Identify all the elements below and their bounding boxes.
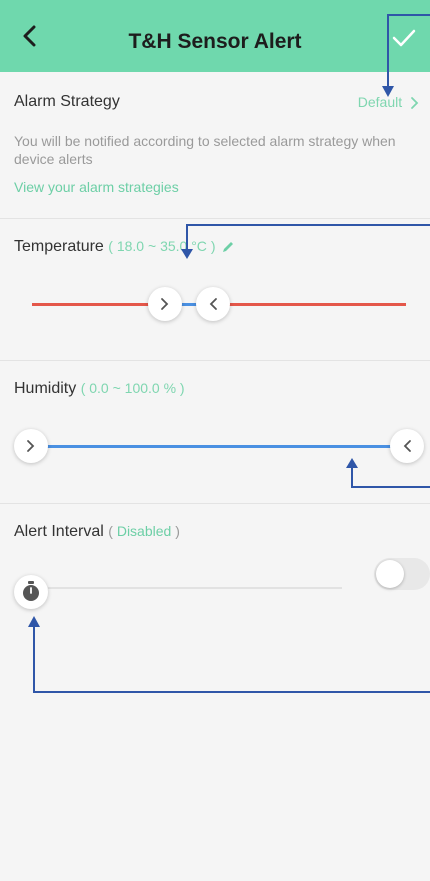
edit-pencil-icon[interactable]	[221, 240, 235, 254]
temperature-max: 35.0	[160, 238, 188, 254]
range-close: )	[175, 523, 180, 539]
humidity-range: ( 0.0 ~ 100.0 % )	[80, 380, 185, 396]
arrow-head	[346, 458, 358, 468]
page-title: T&H Sensor Alert	[128, 30, 302, 53]
humidity-min-handle[interactable]	[14, 429, 48, 463]
temperature-range[interactable]: ( 18.0 ~ 35.0 °C )	[108, 238, 219, 254]
range-close: )	[210, 238, 216, 254]
view-alarm-strategies-link[interactable]: View your alarm strategies	[14, 179, 179, 195]
app-header: T&H Sensor Alert	[0, 0, 430, 72]
temperature-track-low[interactable]	[32, 303, 162, 306]
alarm-strategy-description: You will be notified according to select…	[14, 133, 396, 167]
check-icon	[392, 29, 416, 47]
alert-interval-track[interactable]	[48, 587, 342, 589]
arrow-head	[28, 616, 40, 627]
alarm-strategy-selector[interactable]: Default	[358, 94, 420, 110]
temperature-row: Temperature ( 18.0 ~ 35.0 °C )	[14, 238, 235, 256]
alert-interval-toggle[interactable]	[374, 558, 430, 590]
range-open: (	[108, 523, 113, 539]
alert-interval-status-group: ( Disabled )	[108, 523, 180, 539]
stopwatch-icon	[23, 581, 39, 601]
temperature-max-handle[interactable]	[196, 287, 230, 321]
alarm-strategy-label: Alarm Strategy	[14, 93, 120, 110]
range-separator: ~	[147, 238, 157, 254]
range-open: (	[108, 238, 113, 254]
chevron-left-icon	[403, 440, 411, 452]
chevron-right-icon	[411, 97, 419, 110]
chevron-left-icon	[209, 298, 217, 310]
chevron-right-icon	[27, 440, 35, 452]
alert-interval-status: Disabled	[116, 523, 172, 539]
toggle-thumb	[376, 560, 404, 588]
humidity-max-handle[interactable]	[390, 429, 424, 463]
divider	[0, 503, 430, 504]
humidity-track[interactable]	[32, 445, 392, 448]
alert-interval-label: Alert Interval	[14, 523, 104, 540]
alarm-strategy-value: Default	[357, 94, 403, 110]
alert-interval-handle[interactable]	[14, 575, 48, 609]
confirm-button[interactable]	[390, 24, 418, 52]
temperature-min: 18.0	[116, 238, 145, 254]
temperature-unit: °C	[191, 238, 207, 254]
humidity-label: Humidity	[14, 380, 77, 397]
divider	[0, 218, 430, 219]
chevron-right-icon	[161, 298, 169, 310]
temperature-min-handle[interactable]	[148, 287, 182, 321]
divider	[0, 360, 430, 361]
temperature-label: Temperature	[14, 238, 104, 255]
alert-interval-row: Alert Interval ( Disabled )	[14, 523, 180, 541]
temperature-track-high[interactable]	[226, 303, 406, 306]
humidity-row: Humidity ( 0.0 ~ 100.0 % )	[14, 380, 185, 398]
